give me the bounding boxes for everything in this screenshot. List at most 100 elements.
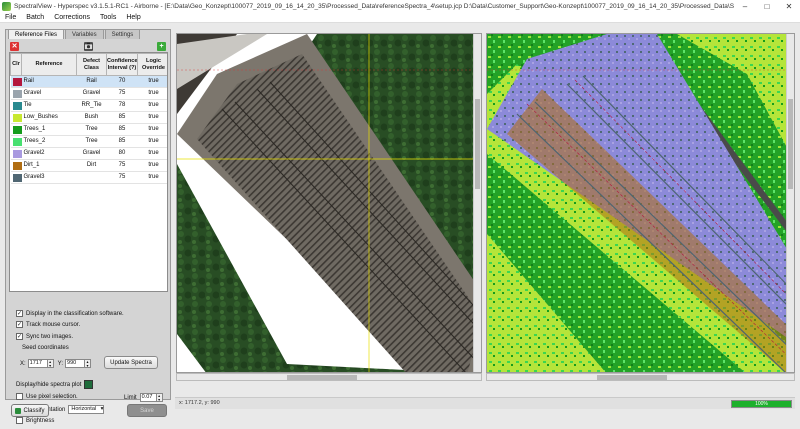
table-row[interactable]: Rail Rail 70 true <box>10 75 167 88</box>
reference-cell[interactable]: Dirt_1 <box>21 159 77 172</box>
confidence-cell[interactable]: 80 <box>106 147 138 160</box>
rgb-horizontal-scrollbar[interactable] <box>176 373 482 381</box>
table-row[interactable]: Gravel2 Gravel 80 true <box>10 147 167 160</box>
table-row[interactable]: Trees_2 Tree 85 true <box>10 135 167 148</box>
confidence-cell[interactable]: 85 <box>106 123 138 136</box>
defect-class-cell[interactable]: Gravel <box>76 87 107 100</box>
logic-override-cell[interactable]: true <box>137 99 167 112</box>
defect-class-cell[interactable]: Tree <box>76 135 107 148</box>
column-header-reference[interactable]: Reference <box>21 53 77 76</box>
classify-label: Classify <box>23 407 45 414</box>
logic-override-cell[interactable]: true <box>137 87 167 100</box>
table-row[interactable]: Gravel3 75 true <box>10 171 167 184</box>
confidence-cell[interactable]: 85 <box>106 135 138 148</box>
table-row[interactable]: Gravel Gravel 75 true <box>10 87 167 100</box>
color-swatch[interactable] <box>10 159 22 172</box>
reference-cell[interactable]: Gravel3 <box>21 171 77 184</box>
reference-cell[interactable]: Trees_1 <box>21 123 77 136</box>
logic-override-cell[interactable]: true <box>137 75 167 88</box>
logic-override-cell[interactable]: true <box>137 111 167 124</box>
use-pixel-selection-label: Use pixel selection. <box>26 393 78 400</box>
classification-vertical-scrollbar[interactable] <box>786 34 794 372</box>
defect-class-cell[interactable] <box>76 171 107 184</box>
confidence-cell[interactable]: 75 <box>106 171 138 184</box>
seed-y-input[interactable]: 990 <box>65 359 86 368</box>
confidence-cell[interactable]: 78 <box>106 99 138 112</box>
seed-x-stepper[interactable]: ▴ ▾ <box>47 359 54 368</box>
seed-y-stepper[interactable]: ▴ ▾ <box>85 359 92 368</box>
defect-class-cell[interactable]: Tree <box>76 123 107 136</box>
logic-override-cell[interactable]: true <box>137 135 167 148</box>
logic-override-cell[interactable]: true <box>137 123 167 136</box>
rgb-vertical-scrollbar[interactable] <box>473 34 481 372</box>
class-color-icon <box>12 89 22 98</box>
confidence-cell[interactable]: 70 <box>106 75 138 88</box>
confidence-cell[interactable]: 85 <box>106 111 138 124</box>
reference-cell[interactable]: Gravel <box>21 87 77 100</box>
column-header-color[interactable]: Clr <box>10 53 22 76</box>
defect-class-cell[interactable]: Bush <box>76 111 107 124</box>
table-row[interactable]: Low_Bushes Bush 85 true <box>10 111 167 124</box>
color-swatch[interactable] <box>10 147 22 160</box>
color-swatch[interactable] <box>10 135 22 148</box>
menu-file[interactable]: File <box>0 14 21 21</box>
color-swatch[interactable] <box>10 123 22 136</box>
logic-override-cell[interactable]: true <box>137 171 167 184</box>
use-pixel-selection-checkbox[interactable] <box>16 393 23 400</box>
menu-help[interactable]: Help <box>121 14 145 21</box>
defect-class-cell[interactable]: Gravel <box>76 147 107 160</box>
color-swatch[interactable] <box>10 87 22 100</box>
maximize-button[interactable]: □ <box>756 0 778 12</box>
menu-tools[interactable]: Tools <box>95 14 121 21</box>
reference-cell[interactable]: Tie <box>21 99 77 112</box>
tab-reference-files[interactable]: Reference Files <box>8 29 65 39</box>
reference-cell[interactable]: Rail <box>21 75 77 88</box>
color-swatch[interactable] <box>10 171 22 184</box>
delete-icon[interactable]: ✕ <box>10 41 19 51</box>
orientation-select[interactable]: Horizontal ▾ <box>68 405 105 414</box>
close-button[interactable]: ✕ <box>778 0 800 12</box>
classification-image-view[interactable] <box>486 33 795 373</box>
track-mouse-checkbox[interactable]: ✓ <box>16 321 23 328</box>
confidence-cell[interactable]: 75 <box>106 159 138 172</box>
brightness-label: Brightness <box>26 417 55 424</box>
x-label: X: <box>20 360 26 367</box>
color-swatch[interactable] <box>10 99 22 112</box>
sync-images-checkbox[interactable]: ✓ <box>16 333 23 340</box>
logic-override-cell[interactable]: true <box>137 159 167 172</box>
update-spectra-button[interactable]: Update Spectra <box>104 356 158 369</box>
display-classification-checkbox[interactable]: ✓ <box>16 310 23 317</box>
save-button[interactable]: Save <box>127 404 167 417</box>
defect-class-cell[interactable]: Rail <box>76 75 107 88</box>
limit-input[interactable]: 0.07 <box>139 393 157 402</box>
column-header-confidence[interactable]: Confidence Interval (?) <box>106 53 138 76</box>
column-header-logic-override[interactable]: Logic Override <box>137 53 167 76</box>
menu-corrections[interactable]: Corrections <box>49 14 95 21</box>
limit-stepper[interactable]: ▴ ▾ <box>156 393 163 402</box>
classification-horizontal-scrollbar[interactable] <box>486 373 795 381</box>
spectra-plot-toggle-icon[interactable] <box>84 380 94 389</box>
defect-class-cell[interactable]: Dirt <box>76 159 107 172</box>
table-row[interactable]: Tie RR_Tie 78 true <box>10 99 167 112</box>
brightness-checkbox[interactable] <box>16 417 23 424</box>
reference-cell[interactable]: Gravel2 <box>21 147 77 160</box>
column-header-defect-class[interactable]: Defect Class <box>76 53 107 76</box>
color-swatch[interactable] <box>10 111 22 124</box>
add-icon[interactable]: + <box>157 41 166 51</box>
rgb-image-view[interactable] <box>176 33 482 373</box>
camera-icon[interactable] <box>83 41 93 51</box>
table-row[interactable]: Dirt_1 Dirt 75 true <box>10 159 167 172</box>
reference-cell[interactable]: Low_Bushes <box>21 111 77 124</box>
menu-batch[interactable]: Batch <box>21 14 49 21</box>
table-row[interactable]: Trees_1 Tree 85 true <box>10 123 167 136</box>
logic-override-cell[interactable]: true <box>137 147 167 160</box>
classify-button[interactable]: Classify <box>11 404 49 417</box>
reference-cell[interactable]: Trees_2 <box>21 135 77 148</box>
tab-variables[interactable]: Variables <box>65 29 104 39</box>
tab-settings[interactable]: Settings <box>104 29 141 39</box>
color-swatch[interactable] <box>10 75 22 88</box>
defect-class-cell[interactable]: RR_Tie <box>76 99 107 112</box>
confidence-cell[interactable]: 75 <box>106 87 138 100</box>
minimize-button[interactable]: – <box>734 0 756 12</box>
seed-x-input[interactable]: 1717 <box>27 359 48 368</box>
